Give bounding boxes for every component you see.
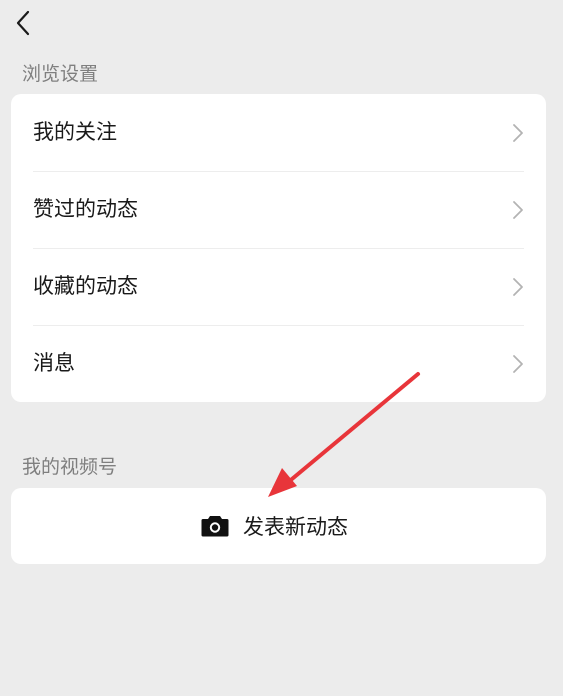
chevron-right-icon — [513, 355, 523, 373]
chevron-right-icon — [513, 278, 523, 296]
menu-item-label: 收藏的动态 — [33, 274, 138, 298]
post-new-update-button[interactable]: 发表新动态 — [11, 488, 546, 564]
browse-settings-card: 我的关注 赞过的动态 收藏的动态 消息 — [11, 94, 546, 402]
channel-section-title: 我的视频号 — [22, 456, 118, 478]
menu-item-label: 我的关注 — [33, 120, 117, 144]
menu-item-label: 赞过的动态 — [33, 197, 138, 221]
browse-section-title: 浏览设置 — [22, 63, 99, 85]
menu-item-messages[interactable]: 消息 — [11, 325, 546, 402]
menu-item-saved-posts[interactable]: 收藏的动态 — [11, 248, 546, 325]
menu-item-following[interactable]: 我的关注 — [11, 94, 546, 171]
chevron-right-icon — [513, 201, 523, 219]
post-new-update-label: 发表新动态 — [243, 515, 348, 539]
chevron-left-icon — [16, 10, 30, 36]
camera-icon — [201, 516, 229, 537]
menu-item-label: 消息 — [33, 351, 75, 375]
chevron-right-icon — [513, 124, 523, 142]
menu-item-liked-posts[interactable]: 赞过的动态 — [11, 171, 546, 248]
back-button[interactable] — [10, 8, 40, 38]
